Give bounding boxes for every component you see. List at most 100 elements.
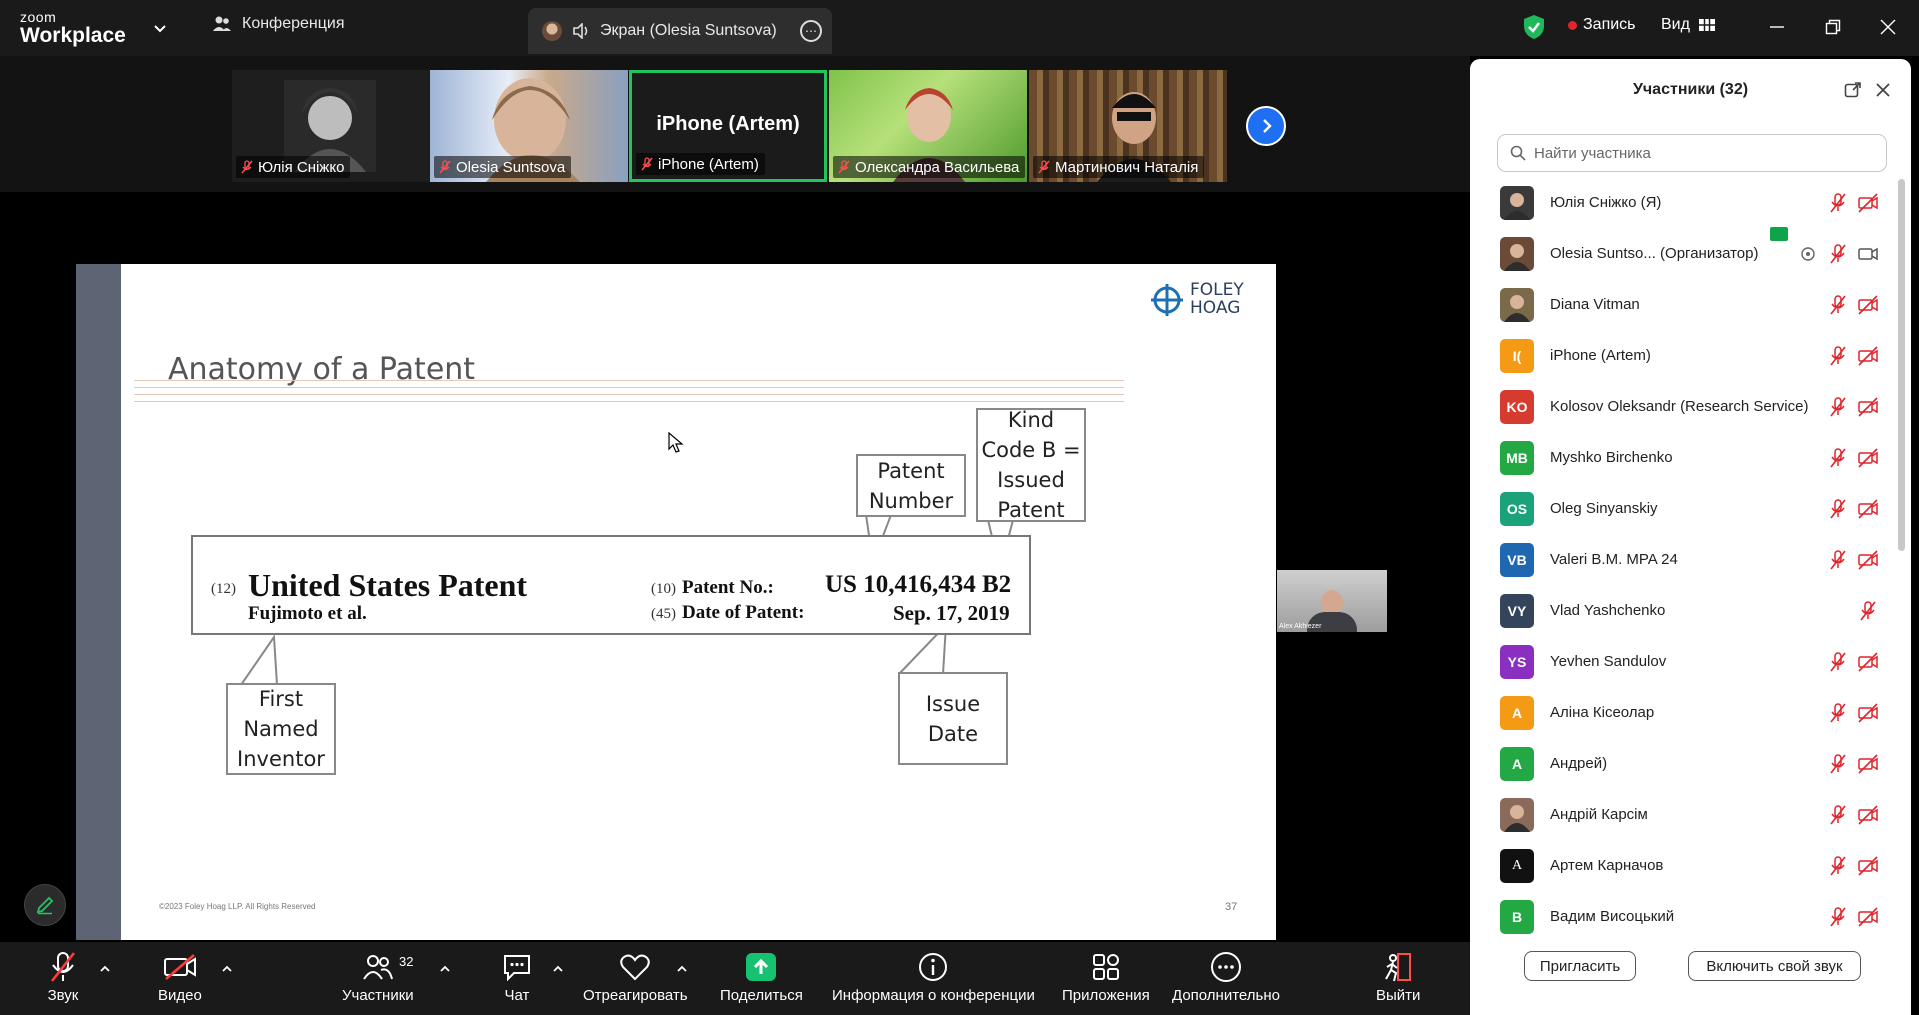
mic-muted-icon[interactable] <box>1827 855 1849 877</box>
meeting-info-button[interactable]: Информация о конференции <box>832 950 1035 1004</box>
leave-button[interactable]: Выйти <box>1376 950 1420 1004</box>
thumbnail-name: Юлія Сніжко <box>258 158 345 176</box>
more-dots-icon <box>1210 952 1241 982</box>
video-off-icon[interactable] <box>1857 294 1879 316</box>
audio-options-chevron-icon[interactable] <box>98 962 112 976</box>
minimize-icon[interactable] <box>1762 12 1792 42</box>
mic-muted-icon[interactable] <box>1857 600 1879 622</box>
participant-row[interactable]: A Аліна Кісеолар <box>1470 687 1911 738</box>
unmute-self-button[interactable]: Включить свой звук <box>1688 951 1861 981</box>
mic-muted-icon[interactable] <box>1827 753 1849 775</box>
video-off-icon[interactable] <box>1857 753 1879 775</box>
audio-button[interactable]: Звук <box>46 950 80 1004</box>
mic-muted-icon[interactable] <box>1827 498 1849 520</box>
mic-muted-icon[interactable] <box>1827 549 1849 571</box>
chevron-down-icon[interactable] <box>150 18 170 38</box>
mic-muted-icon[interactable] <box>1827 345 1849 367</box>
view-button[interactable]: Вид <box>1661 16 1716 34</box>
participant-search-box[interactable] <box>1497 134 1887 172</box>
participant-row[interactable]: YS Yevhen Sandulov <box>1470 636 1911 687</box>
apps-button[interactable]: Приложения <box>1062 950 1150 1004</box>
close-panel-icon[interactable] <box>1874 81 1892 99</box>
spotlight-icon[interactable] <box>1797 243 1819 265</box>
participant-row[interactable]: Юлія Сніжко (Я) <box>1470 177 1911 228</box>
annotate-pencil-icon[interactable] <box>24 884 66 926</box>
react-button[interactable]: Отреагировать <box>583 950 688 1004</box>
callout-issue-date: Issue Date <box>898 672 1008 765</box>
participant-row[interactable]: A Андрей) <box>1470 738 1911 789</box>
thumbnail-4[interactable]: Олександра Васильева <box>829 70 1027 182</box>
react-options-chevron-icon[interactable] <box>675 962 689 976</box>
video-button[interactable]: Видео <box>158 950 202 1004</box>
video-off-icon[interactable] <box>1857 651 1879 673</box>
mic-muted-icon[interactable] <box>1827 651 1849 673</box>
video-off-icon[interactable] <box>1857 447 1879 469</box>
participant-row[interactable]: VB Valeri B.M. MPA 24 <box>1470 534 1911 585</box>
thumbnail-3-active-speaker[interactable]: iPhone (Artem) iPhone (Artem) <box>629 70 827 182</box>
video-off-icon[interactable] <box>1857 345 1879 367</box>
participant-row[interactable]: Olesia Suntso... (Организатор) <box>1470 227 1911 279</box>
participant-avatar <box>1500 287 1534 322</box>
participant-row[interactable]: Diana Vitman <box>1470 279 1911 330</box>
mic-muted-icon[interactable] <box>1827 243 1849 265</box>
zoom-logo[interactable]: zoom Workplace <box>20 10 126 46</box>
invite-button[interactable]: Пригласить <box>1524 951 1636 981</box>
participant-row[interactable]: Андрій Карсім <box>1470 789 1911 840</box>
participants-options-chevron-icon[interactable] <box>438 962 452 976</box>
participant-row[interactable]: VY Vlad Yashchenko <box>1470 585 1911 636</box>
thumbnail-2[interactable]: Olesia Suntsova <box>430 70 628 182</box>
video-off-icon[interactable] <box>1857 702 1879 724</box>
chat-button[interactable]: Чат <box>500 950 534 1004</box>
thumbnail-1[interactable]: Юлія Сніжко <box>232 70 430 182</box>
participant-list-scrollbar[interactable] <box>1898 179 1905 551</box>
participant-row[interactable]: B Вадим Висоцький <box>1470 891 1911 942</box>
close-window-icon[interactable] <box>1873 12 1903 42</box>
conference-menu[interactable]: Конференция <box>212 15 345 33</box>
conference-label: Конференция <box>242 15 345 32</box>
restore-icon[interactable] <box>1818 12 1848 42</box>
callout-patent-number: Patent Number <box>856 454 966 517</box>
video-off-icon[interactable] <box>1857 906 1879 928</box>
participant-row[interactable]: KO Kolosov Oleksandr (Research Service) <box>1470 381 1911 432</box>
screen-share-tab[interactable]: Экран (Olesia Suntsova) ⋯ <box>528 8 832 54</box>
video-off-icon[interactable] <box>1857 192 1879 214</box>
patent-header-box: (12) United States Patent Fujimoto et al… <box>191 535 1031 635</box>
participant-row[interactable]: MB Myshko Birchenko <box>1470 432 1911 483</box>
more-options-icon[interactable]: ⋯ <box>800 20 822 42</box>
pop-out-icon[interactable] <box>1844 81 1862 99</box>
record-button[interactable]: Запись <box>1568 16 1636 34</box>
security-shield-icon[interactable] <box>1522 14 1546 40</box>
participant-row[interactable]: A Артем Карначов <box>1470 840 1911 891</box>
mic-muted-icon[interactable] <box>1827 702 1849 724</box>
floating-video-tile[interactable]: Alex Akhiezer <box>1277 570 1387 632</box>
mic-muted-icon <box>1038 160 1050 174</box>
participant-search-input[interactable] <box>1534 144 1874 162</box>
video-off-icon[interactable] <box>1857 498 1879 520</box>
share-screen-button[interactable]: Поделиться <box>720 950 803 1004</box>
chat-options-chevron-icon[interactable] <box>551 962 565 976</box>
video-off-icon[interactable] <box>1857 855 1879 877</box>
mic-muted-icon <box>641 157 653 171</box>
mic-muted-icon[interactable] <box>1827 447 1849 469</box>
video-off-icon[interactable] <box>1857 396 1879 418</box>
mic-muted-icon[interactable] <box>1827 396 1849 418</box>
mic-muted-icon[interactable] <box>1827 804 1849 826</box>
apps-label: Приложения <box>1062 987 1150 1004</box>
mic-muted-icon[interactable] <box>1827 192 1849 214</box>
video-options-chevron-icon[interactable] <box>220 962 234 976</box>
brand-big: Workplace <box>20 24 126 47</box>
more-button[interactable]: Дополнительно <box>1172 950 1280 1004</box>
video-off-icon[interactable] <box>1857 549 1879 571</box>
video-off-icon[interactable] <box>1857 804 1879 826</box>
video-on-icon[interactable] <box>1857 243 1879 265</box>
participant-row[interactable]: I(iPhone (Artem) <box>1470 330 1911 381</box>
next-page-arrow-icon[interactable] <box>1246 106 1286 146</box>
participant-name: Kolosov Oleksandr (Research Service) <box>1550 398 1809 415</box>
mic-muted-icon <box>838 160 850 174</box>
mic-muted-icon <box>241 160 253 174</box>
participant-name: Юлія Сніжко (Я) <box>1550 194 1662 211</box>
mic-muted-icon[interactable] <box>1827 294 1849 316</box>
mic-muted-icon[interactable] <box>1827 906 1849 928</box>
participant-row[interactable]: OS Oleg Sinyanskiy <box>1470 483 1911 534</box>
thumbnail-5[interactable]: Мартинович Наталія <box>1029 70 1227 182</box>
